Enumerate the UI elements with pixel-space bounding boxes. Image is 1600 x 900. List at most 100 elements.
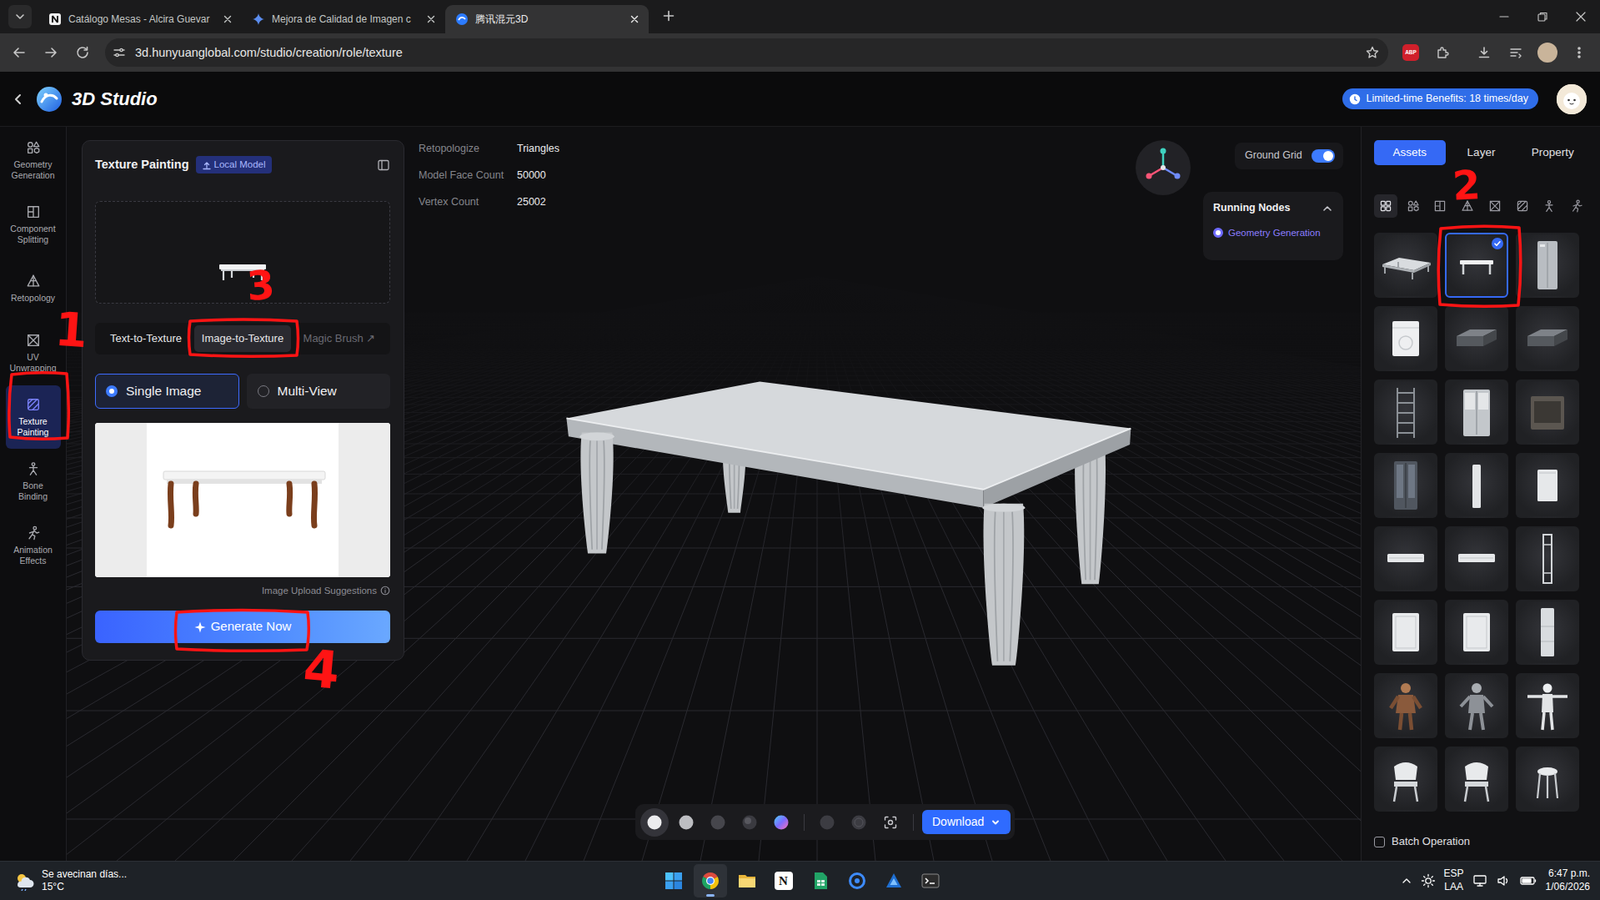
weather-widget[interactable]: Se avecinan días...15°C: [13, 867, 658, 893]
asset-tile[interactable]: [1374, 672, 1438, 738]
mode-tab[interactable]: Text-to-Texture: [97, 325, 195, 352]
rail-label[interactable]: Retopology: [10, 292, 56, 304]
new-tab-icon[interactable]: [657, 4, 681, 28]
mode-label[interactable]: Text-to-Texture: [110, 331, 182, 346]
reading-list-icon[interactable]: [1501, 38, 1530, 67]
brightness-icon[interactable]: [1420, 872, 1436, 888]
show-hidden-icons-icon[interactable]: [1400, 874, 1413, 887]
batch-label[interactable]: Batch Operation: [1391, 834, 1470, 848]
collapse-panel-icon[interactable]: [376, 158, 391, 172]
node-label[interactable]: Geometry Generation: [1228, 226, 1321, 239]
browser-tab[interactable]: Catálogo Mesas - Alcira Guevar: [38, 5, 242, 34]
filter-button[interactable]: [1483, 194, 1507, 218]
download-label[interactable]: Download: [932, 814, 984, 830]
asset-tile[interactable]: [1444, 452, 1509, 518]
affinity-icon[interactable]: [883, 870, 904, 891]
radio-button[interactable]: [257, 385, 270, 397]
collapse-chevron-icon[interactable]: [1321, 202, 1334, 215]
mode-tab[interactable]: Image-to-Texture: [194, 325, 291, 352]
asset-tile[interactable]: [1444, 746, 1509, 812]
taskbar-app[interactable]: [913, 863, 948, 898]
adblock-button[interactable]: ABP: [1396, 38, 1425, 67]
user-avatar-icon[interactable]: [1556, 84, 1587, 115]
taskbar-app[interactable]: [803, 863, 838, 898]
language-code[interactable]: ESP: [1444, 867, 1465, 881]
shading-button[interactable]: [640, 807, 669, 837]
back-icon[interactable]: [5, 38, 34, 67]
asset-tile[interactable]: [1374, 232, 1438, 298]
view-label[interactable]: Single Image: [125, 382, 201, 399]
asset-tile[interactable]: [1444, 305, 1509, 372]
browser-tab[interactable]: 腾讯混元3D: [445, 5, 649, 34]
asset-tile[interactable]: [1515, 526, 1580, 592]
asset-tile[interactable]: [1444, 232, 1509, 298]
bookmark-star-icon[interactable]: [1364, 45, 1380, 61]
asset-tile[interactable]: [1374, 305, 1438, 372]
toggle-label[interactable]: Ground Grid: [1244, 149, 1303, 163]
asset-tile[interactable]: [1374, 526, 1438, 592]
asset-tile[interactable]: [1374, 746, 1438, 812]
rail-label[interactable]: Bone Binding: [7, 480, 60, 502]
asset-tile[interactable]: [1515, 746, 1580, 812]
hint-text[interactable]: Image Upload Suggestions: [261, 584, 377, 597]
rail-label[interactable]: Component Splitting: [7, 223, 60, 245]
minimize-icon[interactable]: [1484, 0, 1524, 34]
rail-label[interactable]: UV Unwrapping: [7, 351, 60, 373]
tab-title[interactable]: 腾讯混元3D: [475, 13, 621, 26]
model-preview[interactable]: [95, 200, 391, 304]
filter-button[interactable]: [1401, 194, 1425, 218]
running-nodes-header[interactable]: Running Nodes: [1213, 201, 1334, 216]
filter-button[interactable]: [1374, 194, 1398, 218]
rail-label[interactable]: Animation Effects: [7, 544, 60, 566]
taskbar-app[interactable]: [840, 863, 874, 898]
filter-button[interactable]: [1510, 194, 1535, 218]
extensions-icon[interactable]: [1428, 38, 1457, 67]
rail-item[interactable]: Component Splitting: [5, 192, 61, 256]
rail-item[interactable]: Texture Painting: [5, 385, 61, 449]
view-option[interactable]: Single Image: [95, 373, 240, 409]
panel-tab[interactable]: Layer: [1445, 140, 1518, 166]
tab-title[interactable]: Catálogo Mesas - Alcira Guevar: [68, 13, 214, 26]
asset-tile[interactable]: [1515, 599, 1580, 665]
rail-label[interactable]: Geometry Generation: [7, 159, 60, 181]
shading-button[interactable]: [735, 807, 764, 837]
chrome-icon[interactable]: [700, 870, 721, 891]
keyboard-layout[interactable]: LAA: [1444, 880, 1464, 894]
generate-label[interactable]: Generate Now: [210, 616, 292, 637]
rail-item[interactable]: UV Unwrapping: [5, 321, 61, 385]
asset-tile[interactable]: [1444, 672, 1509, 738]
dropdown-caret-icon[interactable]: [990, 817, 1001, 828]
tab-close-icon[interactable]: [423, 11, 439, 27]
explorer-icon[interactable]: [737, 870, 758, 891]
chrome-menu-icon[interactable]: [1564, 38, 1594, 67]
shading-button[interactable]: [844, 807, 873, 837]
restore-icon[interactable]: [1523, 0, 1562, 34]
clock[interactable]: 6:47 p.m.1/06/2026: [1545, 867, 1590, 893]
weather-icon[interactable]: [13, 870, 36, 891]
battery-icon[interactable]: [1519, 872, 1538, 888]
taskbar-app[interactable]: [657, 863, 691, 898]
filter-button[interactable]: [1455, 194, 1480, 218]
profile-button[interactable]: [1533, 38, 1562, 67]
site-info-icon[interactable]: [111, 45, 127, 61]
reference-image[interactable]: [95, 422, 391, 577]
close-window-icon[interactable]: [1561, 0, 1600, 34]
rail-label[interactable]: Texture Painting: [7, 416, 60, 437]
back-chevron-icon[interactable]: [10, 90, 27, 108]
local-model-badge[interactable]: Local Model: [195, 155, 272, 173]
running-node[interactable]: Geometry Generation: [1213, 226, 1334, 239]
rail-item[interactable]: Geometry Generation: [5, 128, 61, 192]
windows-icon[interactable]: [663, 870, 684, 891]
taskbar-app[interactable]: [877, 863, 911, 898]
ground-grid-toggle[interactable]: Ground Grid: [1234, 142, 1344, 170]
tab-close-icon[interactable]: [626, 11, 643, 27]
taskbar-app[interactable]: [730, 863, 764, 898]
filter-button[interactable]: [1537, 194, 1561, 218]
forward-icon[interactable]: [36, 38, 66, 67]
asset-tile[interactable]: [1515, 452, 1580, 518]
asset-tile[interactable]: [1515, 672, 1580, 738]
asset-tile[interactable]: [1444, 379, 1509, 445]
viewport[interactable]: RetopologizeTrianglesModel Face Count500…: [418, 140, 1344, 861]
taskbar-app[interactable]: [693, 863, 728, 898]
panel-tab[interactable]: Property: [1516, 140, 1589, 166]
